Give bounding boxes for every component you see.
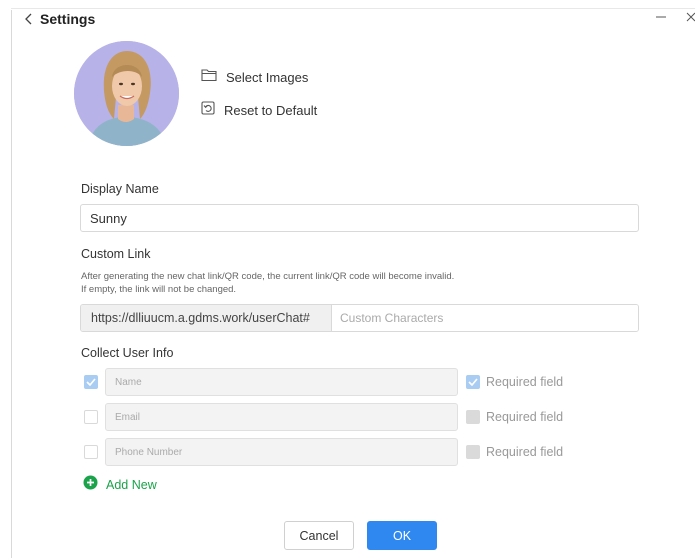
check-icon bbox=[86, 378, 96, 386]
add-new-label: Add New bbox=[106, 478, 157, 492]
custom-link-label: Custom Link bbox=[81, 247, 151, 261]
custom-link-hint-empty: If empty, the link will not be changed. bbox=[81, 284, 237, 295]
reset-to-default-button[interactable]: Reset to Default bbox=[201, 99, 317, 121]
title-bar: Settings bbox=[20, 6, 95, 32]
window-left-border bbox=[11, 10, 12, 558]
close-icon[interactable] bbox=[680, 6, 695, 28]
custom-link-hint: After generating the new chat link/QR co… bbox=[81, 271, 455, 282]
check-icon bbox=[468, 378, 478, 386]
collect-phone-checkbox[interactable] bbox=[84, 445, 98, 459]
settings-window: Settings Select Images Reset to Default bbox=[0, 0, 695, 558]
phone-required-label: Required field bbox=[486, 445, 564, 459]
display-name-label: Display Name bbox=[81, 182, 159, 196]
ok-button[interactable]: OK bbox=[367, 521, 437, 550]
name-required-checkbox[interactable] bbox=[466, 375, 480, 389]
display-name-input[interactable] bbox=[80, 204, 639, 232]
minimize-icon[interactable] bbox=[650, 6, 672, 28]
custom-link-field: https://dlliuucm.a.gdms.work/userChat# bbox=[80, 304, 639, 332]
collect-email-checkbox[interactable] bbox=[84, 410, 98, 424]
select-images-label: Select Images bbox=[226, 69, 309, 85]
chevron-left-icon[interactable] bbox=[20, 10, 38, 28]
collect-name-checkbox[interactable] bbox=[84, 375, 98, 389]
email-required-label: Required field bbox=[486, 410, 564, 424]
email-field-input[interactable] bbox=[105, 403, 458, 431]
avatar bbox=[74, 41, 179, 146]
page-title: Settings bbox=[40, 11, 96, 27]
plus-circle-icon bbox=[83, 475, 98, 495]
phone-number-field-input[interactable] bbox=[105, 438, 458, 466]
avatar-portrait-image bbox=[74, 41, 179, 146]
phone-required-checkbox[interactable] bbox=[466, 445, 480, 459]
folder-icon bbox=[201, 68, 217, 87]
collect-user-info-label: Collect User Info bbox=[81, 346, 174, 360]
reset-to-default-label: Reset to Default bbox=[224, 102, 318, 118]
add-new-button[interactable]: Add New bbox=[83, 475, 157, 495]
cancel-button[interactable]: Cancel bbox=[284, 521, 354, 550]
name-field-input[interactable] bbox=[105, 368, 458, 396]
reset-icon bbox=[201, 100, 215, 120]
select-images-button[interactable]: Select Images bbox=[201, 66, 308, 88]
window-top-border bbox=[11, 8, 695, 9]
custom-characters-input[interactable] bbox=[332, 305, 638, 331]
name-required-label: Required field bbox=[486, 375, 564, 389]
email-required-checkbox[interactable] bbox=[466, 410, 480, 424]
custom-link-prefix: https://dlliuucm.a.gdms.work/userChat# bbox=[81, 305, 332, 331]
